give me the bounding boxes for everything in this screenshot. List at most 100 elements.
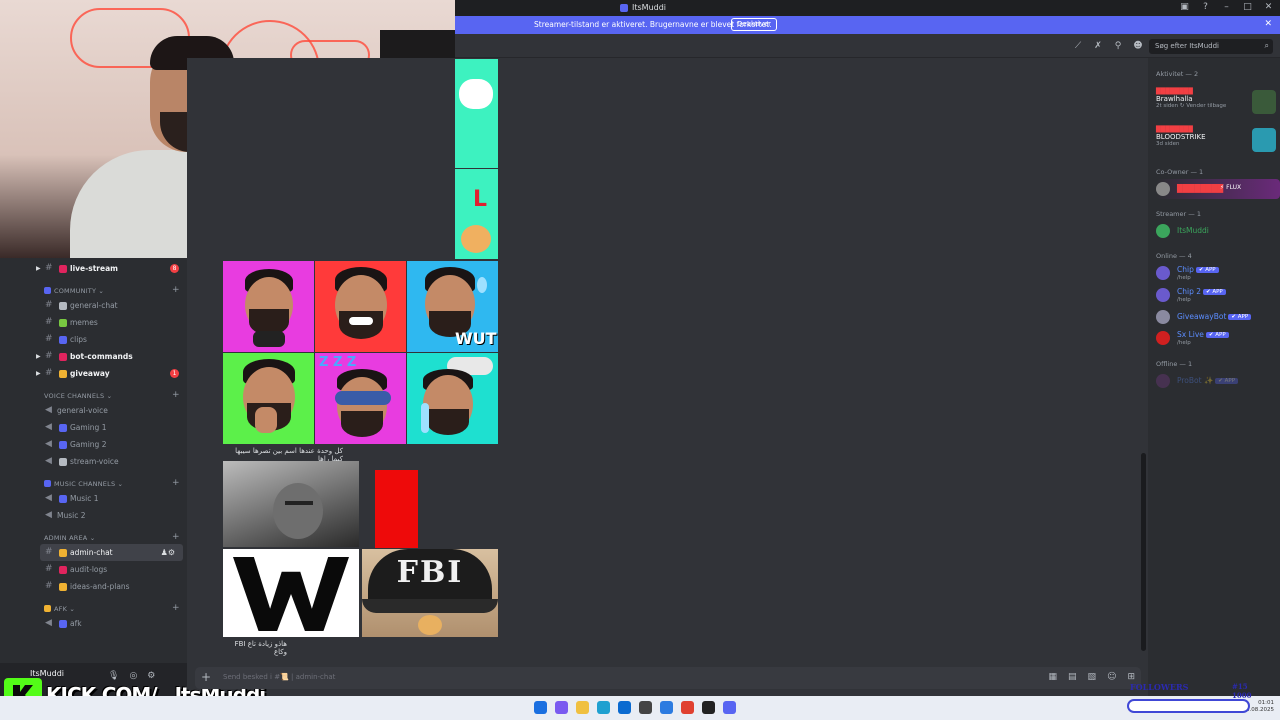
voice-music-2[interactable]: ◀ Music 2 (0, 507, 187, 524)
emoji-icon[interactable]: ☺ (1107, 672, 1116, 682)
composer-placeholder: Send besked i #📜 | admin-chat (223, 673, 336, 681)
inbox-icon[interactable]: ▣ (1179, 2, 1190, 12)
store-icon[interactable] (618, 701, 631, 714)
search-input[interactable]: Søg efter ItsMuddi ⌕ (1149, 39, 1273, 54)
voice-music-1[interactable]: ◀ Music 1 (0, 490, 187, 507)
file-explorer-icon[interactable] (576, 701, 589, 714)
deactivate-button[interactable]: Deaktiver (731, 18, 778, 31)
edge-icon[interactable] (597, 701, 610, 714)
voice-gaming-2[interactable]: ◀ Gaming 2 (0, 436, 187, 453)
member-coowner[interactable]: ████████ ⚡ FLUX (1156, 179, 1280, 199)
member-list: Aktivitet — 2 ████████ Brawlhalla 2t sid… (1148, 58, 1280, 696)
emote-rain-crying[interactable] (407, 353, 498, 444)
speaker-icon: ◀ (45, 422, 52, 432)
channel-bot-commands[interactable]: ▶ # bot-commands (0, 348, 187, 365)
add-channel-icon[interactable]: + (172, 603, 180, 613)
discord-logo-icon (620, 3, 628, 12)
streamer-mode-banner: Streamer-tilstand er aktiveret. Brugerna… (455, 16, 1280, 34)
member-list-icon[interactable]: ☻ (1133, 41, 1143, 51)
channel-general-chat[interactable]: # general-chat (0, 297, 187, 314)
activity-card-brawlhalla[interactable]: ████████ Brawlhalla 2t siden ↻ Vender ti… (1156, 88, 1276, 114)
category-admin-area[interactable]: ADMIN AREA ⌄ + (44, 532, 180, 542)
close-window-button[interactable]: ✕ (1263, 2, 1274, 12)
notification-bell-icon[interactable]: ✗ (1093, 41, 1103, 51)
category-voice-channels[interactable]: VOICE CHANNELS ⌄ + (44, 390, 180, 400)
speaker-icon: ◀ (45, 456, 52, 466)
chat-area: L WUT Z Z Z كل وحدة عندها اسم بين تصرها … (187, 58, 1139, 663)
add-channel-icon[interactable]: + (172, 390, 180, 400)
channel-clips[interactable]: # clips (0, 331, 187, 348)
channel-live-stream[interactable]: ▶ # live-stream 8 (0, 260, 187, 277)
speaker-icon: ◀ (45, 510, 52, 520)
chrome-icon[interactable] (681, 701, 694, 714)
obs-icon[interactable] (702, 701, 715, 714)
channel-audit-logs[interactable]: # audit-logs (0, 561, 187, 578)
app-icon[interactable] (639, 701, 652, 714)
close-banner-icon[interactable]: ✕ (1264, 19, 1272, 29)
streamer-header: Streamer — 1 (1156, 210, 1201, 218)
image-grayscale-face[interactable] (223, 461, 359, 547)
emote-wut[interactable]: WUT (407, 261, 498, 352)
image-red-block[interactable] (375, 470, 418, 548)
emote-crying-gamer[interactable] (223, 261, 314, 352)
windows-start-icon[interactable] (534, 701, 547, 714)
emote-image[interactable]: L (455, 169, 498, 259)
voice-afk[interactable]: ◀ afk (0, 615, 187, 632)
windows-taskbar: 01:01 06.08.2025 (0, 696, 1280, 720)
chat-scrollbar[interactable] (1141, 453, 1146, 651)
apps-icon[interactable]: ⊞ (1127, 672, 1135, 682)
activity-card-bloodstrike[interactable]: ████████ BLOODSTRIKE 3d siden (1156, 126, 1276, 152)
channel-memes[interactable]: # memes (0, 314, 187, 331)
invite-settings-icons[interactable]: ♟⚙ (161, 544, 175, 561)
add-channel-icon[interactable]: + (172, 285, 180, 295)
image-fbi-cap[interactable]: FBI (362, 549, 498, 637)
channel-ideas-and-plans[interactable]: # ideas-and-plans (0, 578, 187, 595)
channel-admin-chat[interactable]: # admin-chat ♟⚙ (40, 544, 183, 561)
pin-icon[interactable]: ⚲ (1113, 41, 1123, 51)
emote-sleeping[interactable]: Z Z Z (315, 353, 406, 444)
category-afk[interactable]: AFK ⌄ + (44, 603, 180, 613)
voice-general-voice[interactable]: ◀ general-voice (0, 402, 187, 419)
emote-wut-label: WUT (455, 329, 497, 348)
help-icon[interactable]: ? (1200, 2, 1211, 12)
username: ItsMuddi (30, 669, 65, 678)
discord-taskbar-icon[interactable] (723, 701, 736, 714)
category-community[interactable]: COMMUNITY ⌄ + (44, 285, 180, 295)
activity-header: Aktivitet — 2 (1156, 70, 1199, 78)
flux-tag: ⚡ FLUX (1220, 184, 1242, 191)
sticker-icon[interactable]: ▧ (1088, 672, 1097, 682)
message-composer[interactable]: + Send besked i #📜 | admin-chat ▦ ▤ ▧ ☺ … (195, 667, 1141, 689)
member-chip[interactable]: Chip ✔ APP /help (1156, 263, 1280, 283)
outlook-icon[interactable] (660, 701, 673, 714)
message-text: هاذو زيادة تاع FBI وكاع (234, 640, 287, 656)
member-probot[interactable]: ProBot ✨ ✔ APP (1156, 371, 1280, 391)
voice-gaming-1[interactable]: ◀ Gaming 1 (0, 419, 187, 436)
minimize-button[interactable]: – (1221, 2, 1232, 12)
category-music-channels[interactable]: MUSIC CHANNELS ⌄ + (44, 478, 180, 488)
search-icon: ⌕ (1264, 41, 1269, 50)
emote-image[interactable] (455, 59, 498, 168)
unread-badge: 8 (170, 264, 179, 273)
add-channel-icon[interactable]: + (172, 532, 180, 542)
member-itsmuddi[interactable]: ItsMuddi (1156, 221, 1280, 241)
member-chip-2[interactable]: Chip 2 ✔ APP /help (1156, 285, 1280, 305)
channel-giveaway[interactable]: ▶ # giveaway 1 (0, 365, 187, 382)
speaker-icon: ◀ (45, 493, 52, 503)
member-sx-live[interactable]: Sx Live ✔ APP /help (1156, 328, 1280, 348)
emote-smile[interactable] (315, 261, 406, 352)
gift-icon[interactable]: ▦ (1049, 672, 1058, 682)
maximize-button[interactable]: □ (1242, 2, 1253, 12)
attach-plus-icon[interactable]: + (201, 670, 211, 684)
search-placeholder: Søg efter ItsMuddi (1155, 42, 1219, 50)
brawlhalla-game-icon (1252, 90, 1276, 114)
bloodstrike-game-icon (1252, 128, 1276, 152)
voice-stream-voice[interactable]: ◀ stream-voice (0, 453, 187, 470)
threads-icon[interactable]: ⟋ (1073, 41, 1083, 51)
emote-zzz-label: Z Z Z (319, 355, 357, 370)
copilot-icon[interactable] (555, 701, 568, 714)
gif-icon[interactable]: ▤ (1068, 672, 1077, 682)
member-giveawaybot[interactable]: GiveawayBot ✔ APP (1156, 307, 1280, 327)
add-channel-icon[interactable]: + (172, 478, 180, 488)
image-wwe-logo[interactable] (223, 549, 359, 637)
emote-shocked[interactable] (223, 353, 314, 444)
